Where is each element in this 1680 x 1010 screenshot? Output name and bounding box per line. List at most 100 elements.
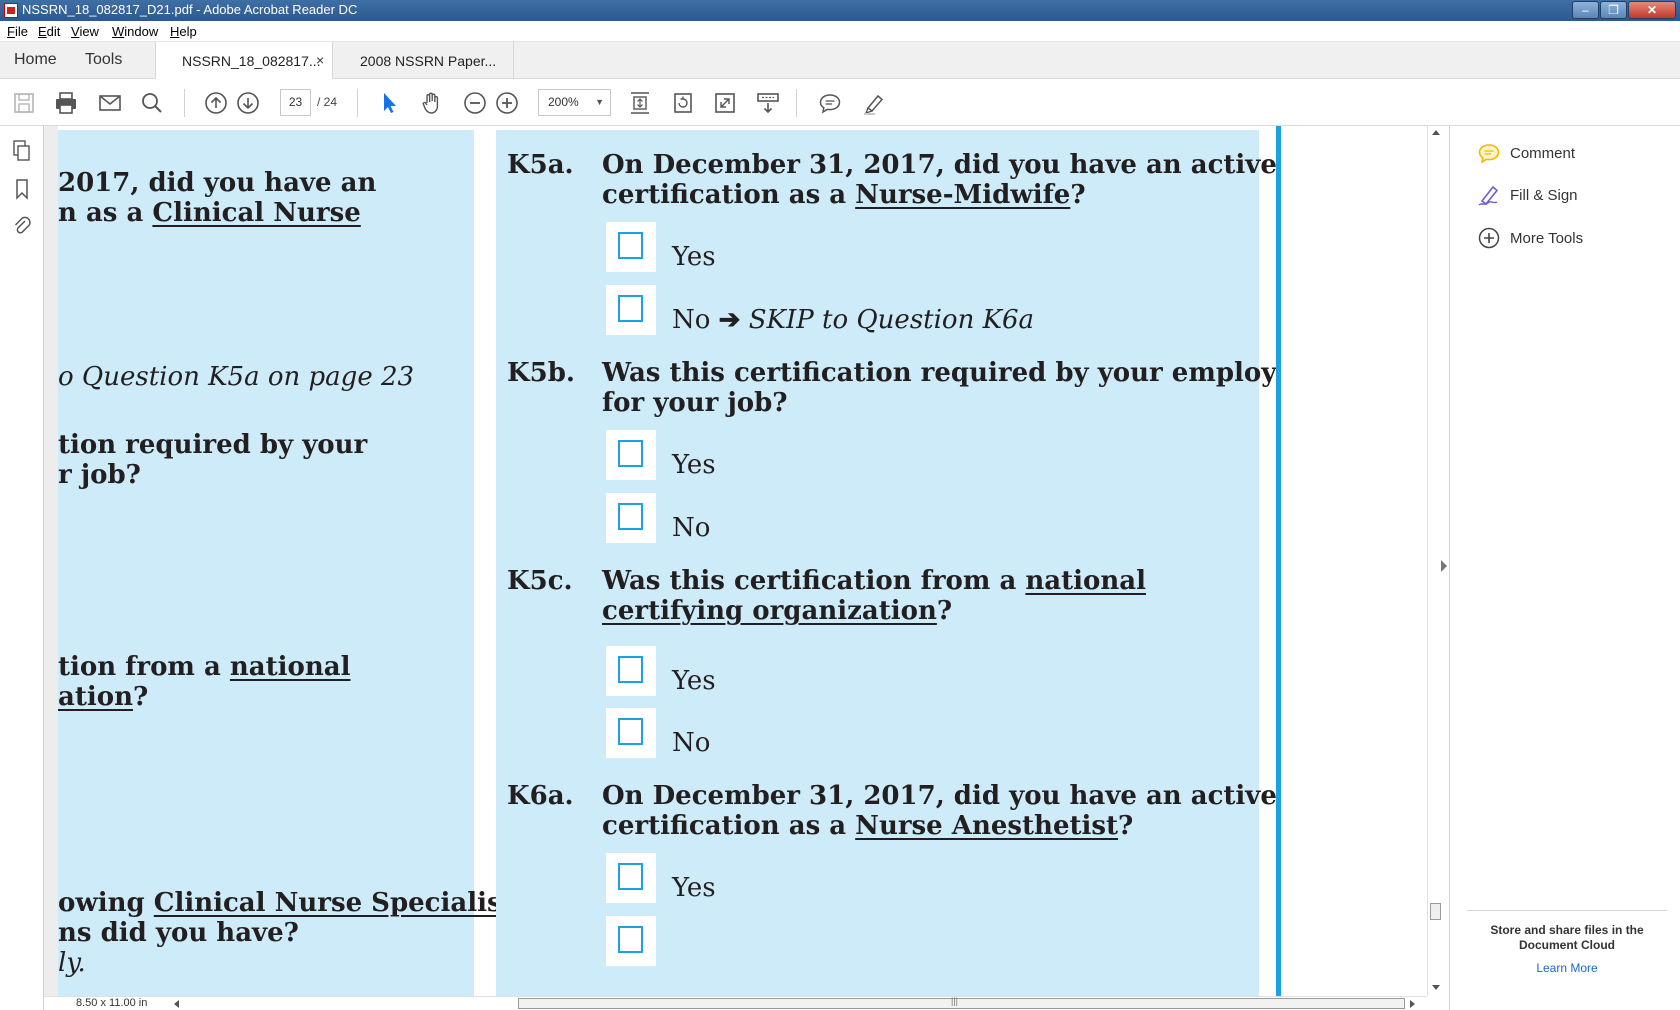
question-text: On December 31, 2017, did you have an ac… (602, 781, 1277, 811)
document-tab-active[interactable]: NSSRN_18_082817... × (155, 42, 333, 80)
left-question-line: r job? (58, 460, 141, 490)
option-label: Yes (672, 873, 716, 903)
document-viewport[interactable]: 2017, did you have an n as a Clinical Nu… (44, 126, 1427, 996)
question-text: certification as a Nurse Anesthetist? (602, 811, 1134, 841)
email-icon[interactable] (98, 91, 122, 115)
checkbox[interactable] (606, 916, 656, 966)
question-number: K5c. (507, 566, 573, 596)
menu-help[interactable]: Help (170, 24, 197, 39)
option-label: Yes (672, 450, 716, 480)
document-cloud-promo: Store and share files in the Document Cl… (1467, 910, 1667, 975)
menu-edit[interactable]: Edit (38, 24, 60, 39)
comment-icon[interactable] (818, 91, 842, 115)
full-screen-icon[interactable] (713, 91, 737, 115)
checkbox-box[interactable] (618, 656, 643, 683)
scroll-thumb[interactable] (1430, 903, 1441, 920)
scroll-mode-icon[interactable] (756, 91, 780, 115)
checkbox[interactable] (606, 430, 656, 480)
attachment-paperclip-icon[interactable] (12, 214, 32, 238)
menu-view[interactable]: View (71, 24, 99, 39)
scroll-thumb[interactable]: ||| (518, 996, 1405, 1009)
save-icon[interactable] (12, 91, 36, 115)
question-text: Was this certification from a national (602, 566, 1146, 596)
title-bar: NSSRN_18_082817_D21.pdf - Adobe Acrobat … (0, 0, 1680, 21)
page-margin (1281, 126, 1427, 996)
checkbox[interactable] (606, 493, 656, 543)
form-column-left: 2017, did you have an n as a Clinical Nu… (58, 130, 514, 996)
learn-more-link[interactable]: Learn More (1467, 961, 1667, 975)
scroll-down-icon[interactable] (1432, 985, 1440, 990)
promo-message-line: Store and share files in the (1490, 923, 1644, 937)
zoom-in-icon[interactable] (495, 91, 519, 115)
chevron-down-icon: ▼ (595, 97, 604, 107)
minimize-button[interactable]: – (1572, 1, 1599, 19)
tab-home[interactable]: Home (14, 51, 57, 69)
scroll-left-icon[interactable] (174, 1000, 179, 1008)
horizontal-scrollbar[interactable]: 8.50 x 11.00 in ||| (44, 996, 1427, 1010)
menu-window[interactable]: Window (112, 24, 158, 39)
checkbox[interactable] (606, 646, 656, 696)
menu-file[interactable]: File (7, 24, 28, 39)
checkbox-box[interactable] (618, 718, 643, 745)
tab-tools[interactable]: Tools (85, 51, 122, 69)
question-text: for your job? (602, 388, 788, 418)
acrobat-window: NSSRN_18_082817_D21.pdf - Adobe Acrobat … (0, 0, 1680, 1010)
print-icon[interactable] (54, 91, 78, 115)
zoom-value: 200% (548, 95, 579, 109)
scroll-right-icon[interactable] (1410, 1000, 1415, 1008)
question-number: K5b. (507, 358, 575, 388)
collapse-right-pane-icon[interactable] (1441, 560, 1447, 572)
prev-page-icon[interactable] (204, 91, 228, 115)
document-tab[interactable]: 2008 NSSRN Paper... (334, 42, 514, 79)
highlight-icon[interactable] (862, 91, 886, 115)
fit-page-icon[interactable] (628, 91, 652, 115)
close-tab-icon[interactable]: × (316, 52, 324, 68)
next-page-icon[interactable] (236, 91, 260, 115)
question-text: certification as a Nurse-Midwife? (602, 180, 1086, 210)
toolbar-separator (184, 89, 185, 117)
document-tab-label: 2008 NSSRN Paper... (360, 53, 497, 69)
tools-pane: Comment Fill & Sign More Tools Store and… (1449, 126, 1680, 1010)
checkbox[interactable] (606, 222, 656, 272)
option-label: No (672, 728, 711, 758)
search-icon[interactable] (140, 91, 164, 115)
page-size-label: 8.50 x 11.00 in (76, 997, 148, 1009)
checkbox-box[interactable] (618, 503, 643, 530)
checkbox-box[interactable] (618, 232, 643, 259)
comment-bubble-icon (1478, 144, 1500, 164)
option-label: No ➔ SKIP to Question K6a (672, 305, 1035, 335)
zoom-out-icon[interactable] (463, 91, 487, 115)
document-tab-label: NSSRN_18_082817... (182, 53, 321, 69)
checkbox[interactable] (606, 708, 656, 758)
toolbar-separator (357, 89, 358, 117)
menu-bar: File Edit View Window Help (0, 21, 1680, 42)
checkbox-box[interactable] (618, 440, 643, 467)
checkbox-box[interactable] (618, 926, 643, 953)
bookmark-icon[interactable] (12, 178, 32, 200)
option-label: Yes (672, 242, 716, 272)
select-cursor-icon[interactable] (378, 91, 402, 115)
page-thumbnails-icon[interactable] (12, 140, 32, 162)
left-question-line: owing Clinical Nurse Specialist (58, 888, 514, 918)
left-question-line: tion required by your (58, 430, 368, 460)
checkbox[interactable] (606, 285, 656, 335)
checkbox[interactable] (606, 853, 656, 903)
maximize-button[interactable]: ❐ (1600, 1, 1627, 19)
zoom-select[interactable]: 200% ▼ (538, 89, 611, 116)
left-question-line: ns did you have? (58, 918, 299, 948)
left-question-line: ly. (58, 948, 86, 978)
hand-icon[interactable] (420, 91, 444, 115)
scroll-up-icon[interactable] (1432, 130, 1440, 135)
question-number: K6a. (507, 781, 574, 811)
rotate-icon[interactable] (671, 91, 695, 115)
left-question-line: tion from a national (58, 652, 351, 682)
checkbox-box[interactable] (618, 295, 643, 322)
window-title: NSSRN_18_082817_D21.pdf - Adobe Acrobat … (22, 2, 358, 17)
left-skip-instruction: o Question K5a on page 23 (58, 362, 415, 392)
left-question-line: n as a Clinical Nurse (58, 198, 361, 228)
page-number-input[interactable]: 23 (280, 89, 311, 116)
close-window-button[interactable]: ✕ (1628, 1, 1676, 19)
checkbox-box[interactable] (618, 863, 643, 890)
acrobat-app-icon (4, 3, 18, 18)
left-question-line: ation? (58, 682, 149, 712)
